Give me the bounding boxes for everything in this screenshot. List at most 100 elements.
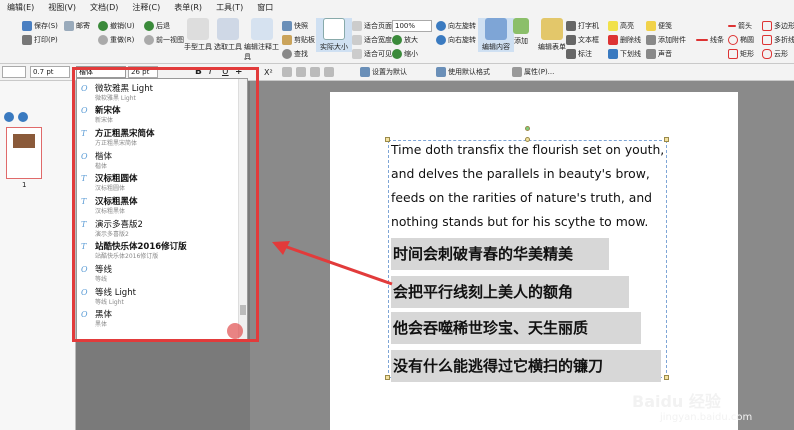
polyline-button[interactable]: 多折线: [762, 34, 794, 46]
mail-icon: [64, 21, 74, 31]
align-right-icon: [310, 67, 320, 77]
text-cursor-icon: [217, 18, 239, 40]
menu-window[interactable]: 窗口: [250, 2, 280, 13]
align-center-button[interactable]: [296, 66, 306, 78]
resize-handle-tl[interactable]: [385, 137, 390, 142]
typewriter-icon: [566, 21, 576, 31]
rotate-left-button[interactable]: 向左旋转: [436, 20, 476, 32]
typewriter-button[interactable]: 打字机: [566, 20, 599, 32]
polygon-button[interactable]: 多边形: [762, 20, 794, 32]
edit-content-icon: [485, 18, 507, 40]
email-button[interactable]: 邮寄: [64, 20, 90, 32]
cloud-button[interactable]: 云形: [762, 48, 788, 60]
cloud-icon: [762, 49, 772, 59]
forward-button[interactable]: 前一视图: [144, 34, 184, 46]
edit-comment-tool-button[interactable]: 编辑注释工具: [244, 18, 280, 62]
set-default-icon: [360, 67, 370, 77]
color-select[interactable]: [2, 66, 26, 78]
arrow-icon: [728, 25, 736, 27]
fit-width-button[interactable]: 适合宽度: [352, 34, 392, 46]
add-icon: [513, 18, 529, 34]
line-icon: [696, 39, 708, 41]
underline-icon: [608, 49, 618, 59]
add-button[interactable]: 添加: [508, 18, 534, 46]
print-button[interactable]: 打印(P): [22, 34, 58, 46]
rotate-handle[interactable]: [525, 126, 530, 131]
thumb-zoom-out-button[interactable]: [18, 111, 28, 123]
menu-document[interactable]: 文档(D): [83, 2, 125, 13]
fit-page-icon: [352, 21, 362, 31]
zoom-out-button[interactable]: 缩小: [392, 48, 418, 60]
rect-button[interactable]: 矩形: [728, 48, 754, 60]
zoom-in-button[interactable]: 放大: [392, 34, 418, 46]
align-right-button[interactable]: [310, 66, 320, 78]
zoom-in-icon: [392, 35, 402, 45]
cn-line-2: 会把平行线刻上美人的额角: [391, 276, 629, 308]
properties-icon: [512, 67, 522, 77]
redo-button[interactable]: 重做(R): [98, 34, 134, 46]
text-box-button[interactable]: 文本框: [566, 34, 599, 46]
note-button[interactable]: 便笺: [646, 20, 672, 32]
menu-view[interactable]: 视图(V): [41, 2, 83, 13]
select-tool-button[interactable]: 选取工具: [210, 18, 246, 52]
menu-form[interactable]: 表单(R): [167, 2, 209, 13]
undo-button[interactable]: 撤销(U): [98, 20, 135, 32]
annotation-cursor-marker: [227, 323, 243, 339]
set-default-button[interactable]: 设置为默认: [360, 66, 407, 78]
save-button[interactable]: 保存(S): [22, 20, 58, 32]
cn-line-4: 没有什么能逃得过它横扫的镰刀: [391, 350, 661, 382]
paperclip-icon: [646, 35, 656, 45]
fit-page-button[interactable]: 适合页面: [352, 20, 392, 32]
oval-icon: [728, 35, 738, 45]
find-button[interactable]: 查找: [282, 48, 308, 60]
strikeout-button[interactable]: 删除线: [608, 34, 641, 46]
callout-button[interactable]: 标注: [566, 48, 592, 60]
fit-visible-button[interactable]: 适合可见: [352, 48, 392, 60]
clipboard-button[interactable]: 剪贴板: [282, 34, 315, 46]
page-thumbnail[interactable]: [6, 127, 42, 179]
edit-form-button[interactable]: 编辑表单: [534, 18, 570, 52]
cn-line-3: 他会吞噬稀世珍宝、天生丽质: [391, 312, 641, 344]
undo-icon: [98, 21, 108, 31]
page-number-label: 1: [22, 181, 27, 189]
arrow-button[interactable]: 箭头: [728, 20, 752, 32]
resize-handle-br[interactable]: [664, 375, 669, 380]
menu-comment[interactable]: 注释(C): [125, 2, 167, 13]
properties-button[interactable]: 属性(P)...: [512, 66, 554, 78]
underline-button[interactable]: 下划线: [608, 48, 641, 60]
rotate-left-icon: [436, 21, 446, 31]
oval-button[interactable]: 椭圆: [728, 34, 754, 46]
superscript-button[interactable]: X²: [264, 66, 273, 78]
fit-width-icon: [352, 35, 362, 45]
align-justify-button[interactable]: [324, 66, 334, 78]
thumb-zoom-in-button[interactable]: [4, 111, 14, 123]
cn-line-1: 时间会刺破青春的华美精美: [391, 238, 609, 270]
add-attachment-button[interactable]: 添加附件: [646, 34, 686, 46]
align-left-button[interactable]: [282, 66, 292, 78]
resize-handle-bl[interactable]: [385, 375, 390, 380]
snapshot-button[interactable]: 快照: [282, 20, 308, 32]
en-line-3: feeds on the rarities of nature's truth,…: [391, 190, 653, 205]
pointer-icon: [251, 18, 273, 40]
menu-bar: 编辑(E) 视图(V) 文档(D) 注释(C) 表单(R) 工具(T) 窗口: [0, 0, 794, 14]
thumbnail-image: [13, 134, 35, 148]
highlight-button[interactable]: 高亮: [608, 20, 634, 32]
line-button[interactable]: 线条: [696, 34, 724, 46]
rotate-right-button[interactable]: 向右旋转: [436, 34, 476, 46]
note-icon: [646, 21, 656, 31]
back-button[interactable]: 后退: [144, 20, 170, 32]
text-box-icon: [566, 35, 576, 45]
actual-size-button[interactable]: 实际大小: [316, 18, 352, 52]
speaker-icon: [646, 49, 656, 59]
menu-tools[interactable]: 工具(T): [209, 2, 250, 13]
stroke-width-select[interactable]: 0.7 pt: [30, 66, 70, 78]
highlight-icon: [608, 21, 618, 31]
sound-button[interactable]: 声音: [646, 48, 672, 60]
use-default-button[interactable]: 使用默认格式: [436, 66, 490, 78]
zoom-select[interactable]: 100%: [392, 20, 432, 32]
menu-edit[interactable]: 编辑(E): [0, 2, 41, 13]
back-icon: [144, 21, 154, 31]
search-icon: [282, 49, 292, 59]
en-line-1: Time doth transfix the flourish set on y…: [391, 142, 665, 157]
pencil-form-icon: [541, 18, 563, 40]
